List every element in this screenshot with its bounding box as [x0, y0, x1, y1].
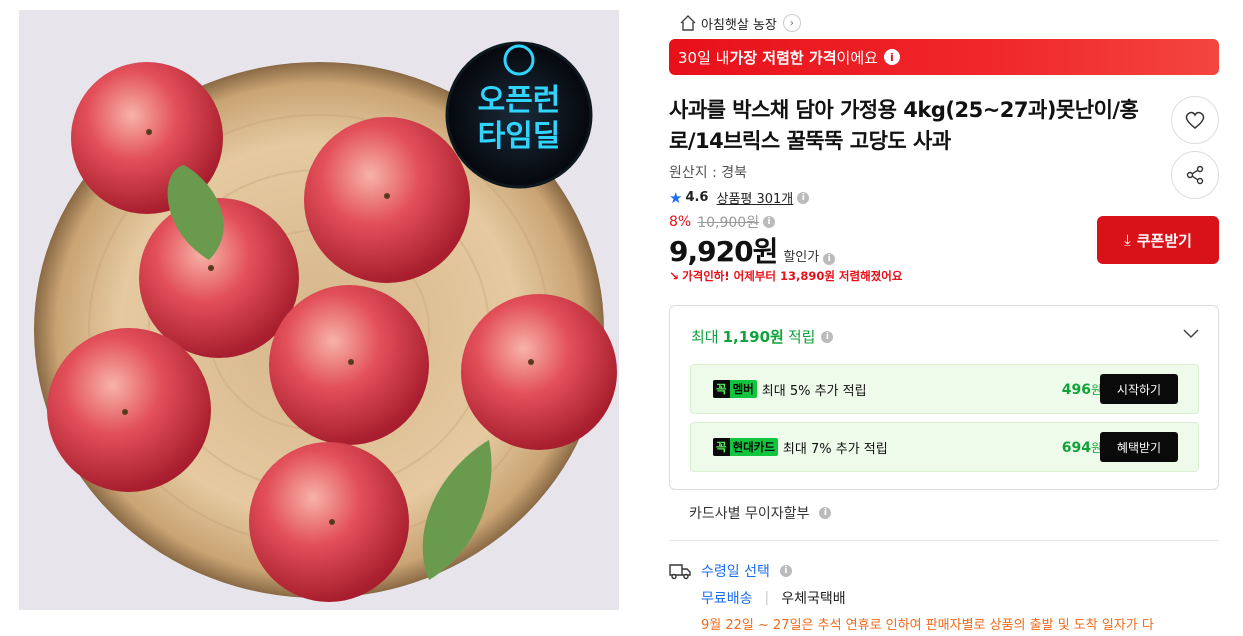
- price-drop-notice: ↘ 가격인하! 어제부터 13,890원 저렴해졌어요: [669, 268, 902, 284]
- share-button[interactable]: [1171, 151, 1219, 199]
- delivery-date-label: 수령일 선택: [701, 564, 770, 580]
- wishlist-button[interactable]: [1171, 96, 1219, 144]
- rating-row: ★ 4.6 상품평 301개 i: [669, 188, 810, 207]
- info-icon[interactable]: i: [819, 507, 832, 519]
- review-count-link[interactable]: 상품평 301개: [716, 188, 793, 207]
- reward-header-amount: 1,190원: [722, 328, 784, 346]
- delivery-date-row[interactable]: 수령일 선택 i: [669, 561, 792, 581]
- sale-price: 9,920원: [669, 235, 778, 268]
- installment-label: 카드사별 무이자할부: [689, 506, 810, 522]
- product-title: 사과를 박스채 담아 가정용 4kg(25~27과)못난이/홍로/14브릭스 꿀…: [669, 98, 1139, 153]
- info-icon[interactable]: i: [779, 565, 792, 577]
- discount-row: 8% 10,900원 i: [669, 212, 776, 232]
- star-icon: ★: [669, 188, 683, 207]
- tag-label: 멤버: [732, 382, 754, 396]
- info-icon[interactable]: i: [883, 49, 900, 65]
- member-tag: 꼭 멤버: [713, 380, 757, 398]
- download-icon: ⤓: [1124, 231, 1131, 249]
- reward-header-suffix: 적립: [787, 328, 816, 346]
- product-image[interactable]: 오픈런 타임딜: [19, 10, 619, 610]
- start-button[interactable]: 시작하기: [1100, 374, 1178, 404]
- original-price: 10,900원: [697, 215, 760, 231]
- reward-item-amount: 694원: [1062, 439, 1102, 456]
- banner-suffix: 이에요: [836, 48, 878, 67]
- divider: [669, 540, 1219, 541]
- coupon-button-label: 쿠폰받기: [1136, 231, 1192, 250]
- info-icon[interactable]: i: [823, 253, 836, 265]
- price-down-icon: ↘: [669, 269, 680, 283]
- reward-item-amount: 496원: [1062, 381, 1102, 398]
- seller-link[interactable]: 아침햇살 농장 ›: [679, 12, 801, 34]
- seller-name: 아침햇살 농장: [701, 17, 777, 33]
- sale-price-label: 할인가: [783, 250, 820, 265]
- origin-text: 원산지 : 경북: [669, 165, 748, 181]
- separator: |: [764, 590, 770, 606]
- rating-score: 4.6: [685, 190, 709, 205]
- card-tag: 꼭 현대카드: [713, 438, 778, 456]
- tag-prefix: 꼭: [713, 380, 730, 398]
- tag-prefix: 꼭: [713, 438, 730, 456]
- reward-header[interactable]: 최대 1,190원 적립 i: [691, 326, 834, 347]
- heart-icon: [1185, 111, 1205, 129]
- banner-bold: 가장 저렴한 가격: [729, 48, 837, 67]
- badge-line2: 타임딜: [478, 119, 561, 154]
- chevron-right-icon: ›: [782, 14, 801, 32]
- info-icon[interactable]: i: [797, 191, 810, 204]
- share-icon: [1186, 165, 1204, 185]
- truck-icon: [669, 564, 691, 580]
- reward-amount-value: 694: [1061, 439, 1091, 456]
- banner-prefix: 30일 내: [678, 48, 730, 67]
- reward-header-prefix: 최대: [691, 328, 719, 346]
- coupon-button[interactable]: ⤓ 쿠폰받기: [1097, 216, 1219, 264]
- price-drop-text: 가격인하! 어제부터 13,890원 저렴해졌어요: [682, 269, 903, 283]
- info-icon[interactable]: i: [763, 216, 776, 228]
- free-shipping: 무료배송: [701, 591, 753, 607]
- info-icon[interactable]: i: [821, 330, 834, 343]
- reward-item-text: 최대 7% 추가 적립: [782, 441, 888, 457]
- product-info-panel: 아침햇살 농장 › 30일 내 가장 저렴한 가격 이에요 i 사과를 박스채 …: [669, 0, 1221, 636]
- home-icon: [680, 15, 696, 31]
- apple-illustration: 오픈런 타임딜: [19, 10, 619, 610]
- chevron-down-icon[interactable]: [1182, 324, 1200, 342]
- reward-panel: 최대 1,190원 적립 i 꼭 멤버 최대 5% 추가 적립 496원 시작하…: [669, 305, 1219, 490]
- holiday-notice: 9월 22일 ~ 27일은 추석 연휴로 인하여 판매자별로 상품의 출발 및 …: [701, 618, 1154, 633]
- reward-item-member: 꼭 멤버 최대 5% 추가 적립 496원 시작하기: [690, 364, 1199, 414]
- sale-price-row: 9,920원 할인가 i: [669, 230, 836, 270]
- shipping-row: 무료배송 | 우체국택배: [701, 588, 846, 608]
- carrier: 우체국택배: [781, 591, 846, 607]
- reward-amount-value: 496: [1061, 381, 1091, 398]
- installment-row[interactable]: 카드사별 무이자할부 i: [689, 503, 832, 523]
- reward-item-text: 최대 5% 추가 적립: [761, 383, 867, 399]
- lowest-price-banner: 30일 내 가장 저렴한 가격 이에요 i: [669, 39, 1219, 75]
- tag-label: 현대카드: [732, 440, 775, 454]
- reward-item-card: 꼭 현대카드 최대 7% 추가 적립 694원 혜택받기: [690, 422, 1199, 472]
- get-benefit-button[interactable]: 혜택받기: [1100, 432, 1178, 462]
- badge-line1: 오픈런: [478, 83, 561, 118]
- discount-percent: 8%: [669, 214, 692, 230]
